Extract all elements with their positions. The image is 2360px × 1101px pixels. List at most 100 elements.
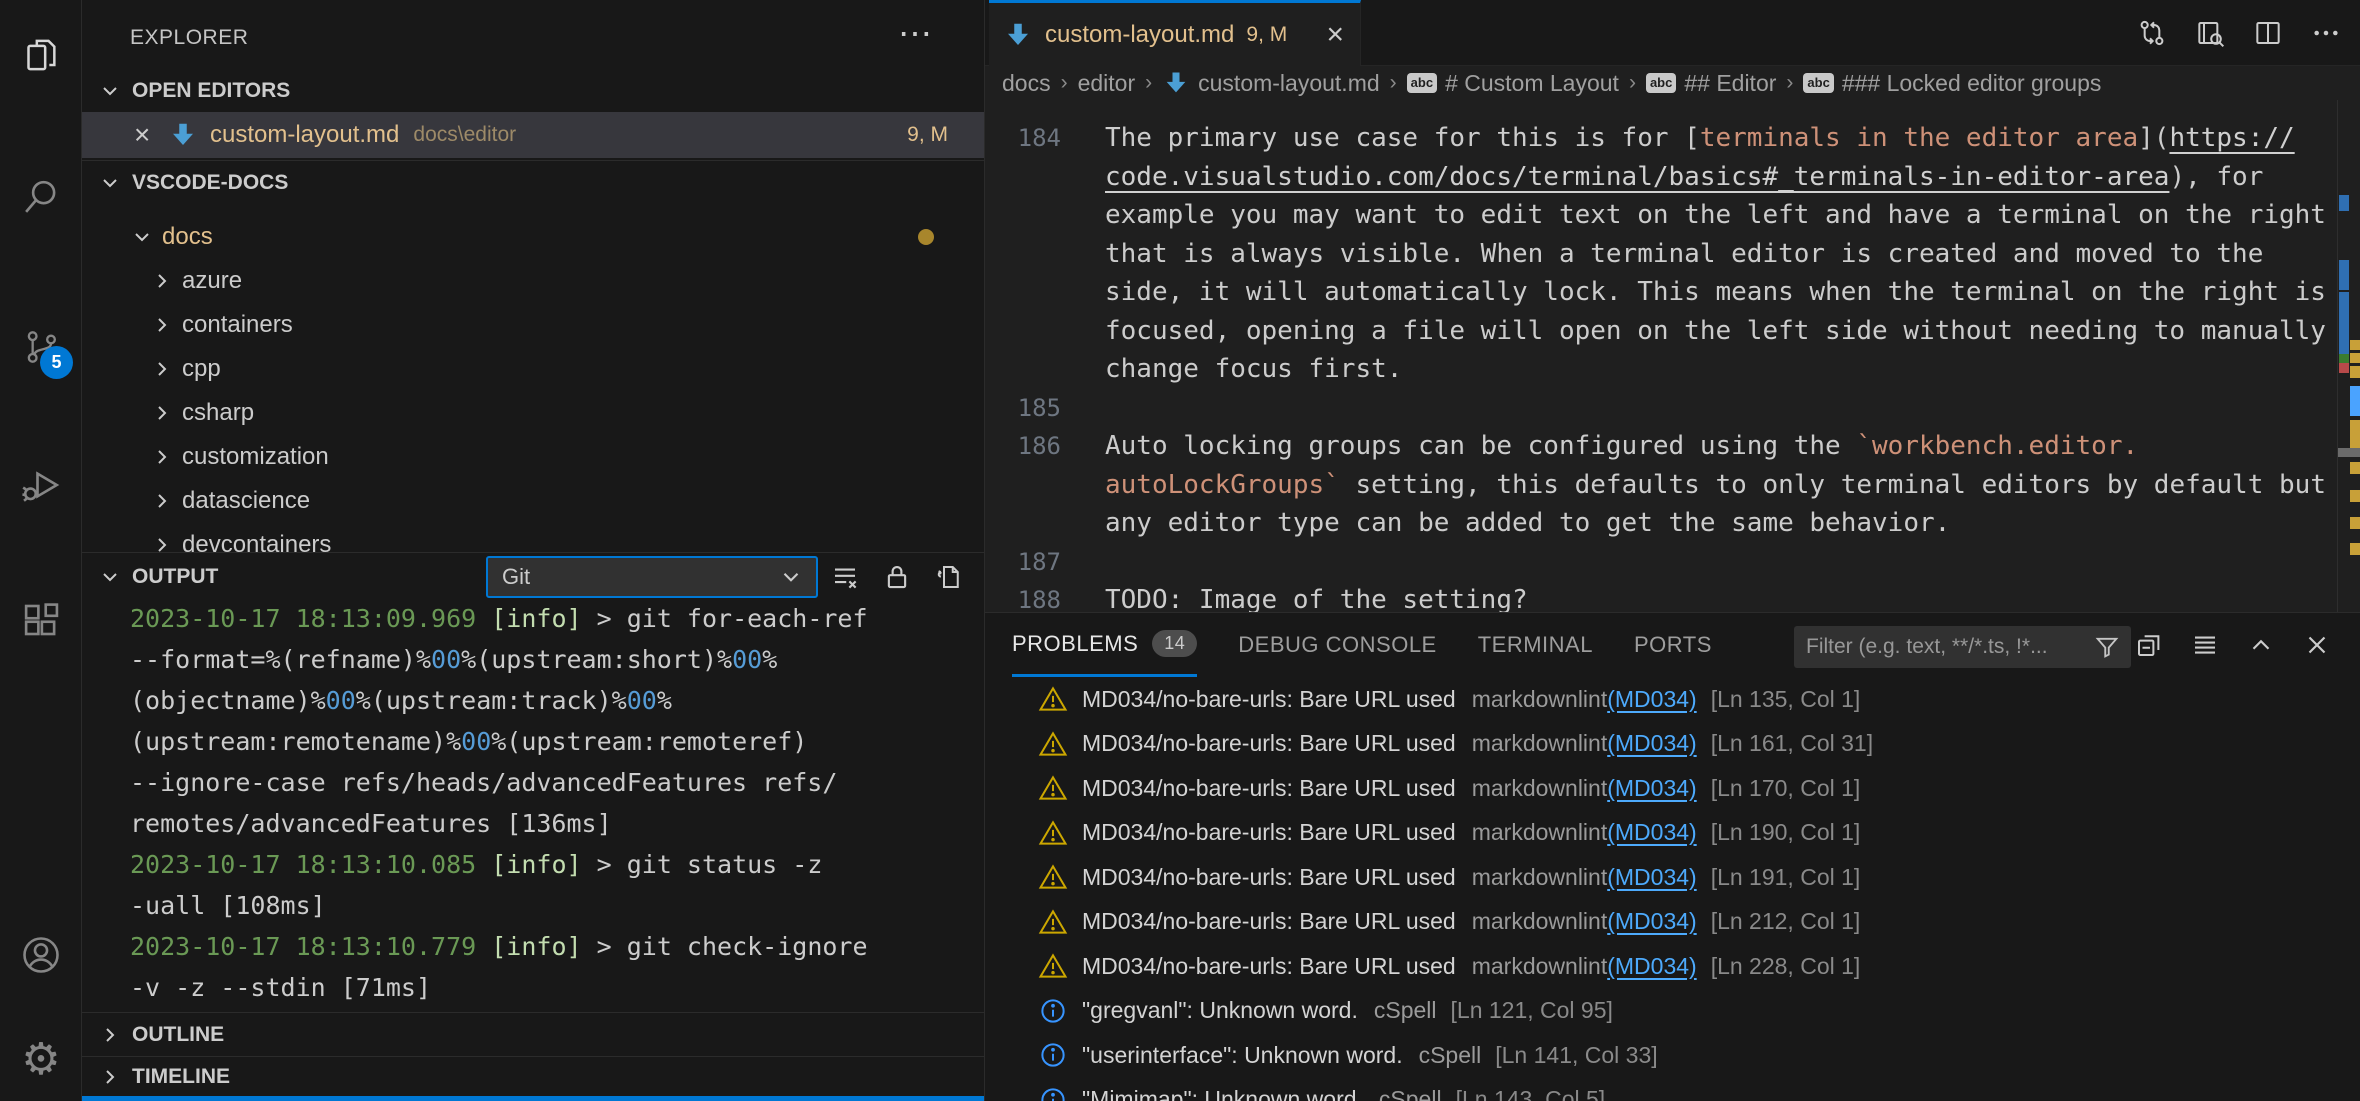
settings-gear-icon[interactable]: ⚙ <box>0 1015 82 1101</box>
editor-line[interactable]: 184The primary use case for this is for … <box>985 119 2335 158</box>
tab-custom-layout[interactable]: custom-layout.md 9, M × <box>989 0 1361 66</box>
open-editors-header[interactable]: OPEN EDITORS <box>82 70 984 112</box>
problem-row[interactable]: MD034/no-bare-urls: Bare URL usedmarkdow… <box>985 855 2360 900</box>
tab-problems[interactable]: PROBLEMS 14 <box>1012 613 1197 677</box>
problem-row[interactable]: MD034/no-bare-urls: Bare URL usedmarkdow… <box>985 944 2360 989</box>
editor-line[interactable]: 186Auto locking groups can be configured… <box>985 427 2335 466</box>
collapse-all-icon[interactable] <box>2134 630 2164 660</box>
line-number: 188 <box>985 581 1061 612</box>
editor-line[interactable]: 185 <box>985 389 2335 428</box>
editor-line[interactable]: that is always visible. When a terminal … <box>985 235 2335 274</box>
problem-row[interactable]: "Mimimap": Unknown word.cSpell[Ln 143, C… <box>985 1078 2360 1101</box>
editor-line[interactable]: autoLockGroups` setting, this defaults t… <box>985 466 2335 505</box>
overview-ruler-mark <box>2350 517 2360 529</box>
workspace-header[interactable]: VSCODE-DOCS <box>82 160 984 204</box>
view-as-list-icon[interactable] <box>2190 630 2220 660</box>
link-text[interactable]: code.visualstudio.com/docs/terminal/basi… <box>1105 162 2169 192</box>
link-text[interactable]: https:// <box>2169 123 2294 153</box>
problem-code-link[interactable]: (MD034) <box>1607 730 1696 756</box>
problem-row[interactable]: MD034/no-bare-urls: Bare URL usedmarkdow… <box>985 722 2360 767</box>
editor-line[interactable]: side, it will automatically lock. This m… <box>985 273 2335 312</box>
open-changes-icon[interactable] <box>2136 17 2168 49</box>
extensions-icon[interactable] <box>0 575 82 665</box>
chevron-down-icon <box>778 564 804 590</box>
breadcrumb-item[interactable]: custom-layout.md <box>1162 69 1380 97</box>
output-channel-select[interactable]: Git <box>486 556 818 598</box>
close-panel-icon[interactable] <box>2302 630 2332 660</box>
split-editor-icon[interactable] <box>2252 17 2284 49</box>
tab-ports[interactable]: PORTS <box>1634 613 1712 677</box>
tree-item-customization[interactable]: customization <box>82 435 984 479</box>
problem-row[interactable]: MD034/no-bare-urls: Bare URL usedmarkdow… <box>985 900 2360 945</box>
log-segment: 00 <box>461 727 491 756</box>
tree-item-azure[interactable]: azure <box>82 259 984 303</box>
more-actions-icon[interactable] <box>2310 17 2342 49</box>
clear-output-icon[interactable] <box>830 562 860 592</box>
problem-row[interactable]: MD034/no-bare-urls: Bare URL usedmarkdow… <box>985 811 2360 856</box>
timeline-header[interactable]: TIMELINE <box>82 1056 984 1096</box>
tree-item-docs[interactable]: docs <box>82 215 984 259</box>
output-log[interactable]: 2023-10-17 18:13:09.969 [info] > git for… <box>82 598 984 1010</box>
editor-line[interactable]: example you may want to edit text on the… <box>985 196 2335 235</box>
maximize-panel-icon[interactable] <box>2246 630 2276 660</box>
explorer-icon[interactable] <box>0 10 82 100</box>
log-segment: > git status -z <box>582 850 823 879</box>
sidebar-resize-sash[interactable] <box>82 1096 984 1101</box>
problem-code-link[interactable]: (MD034) <box>1607 908 1696 934</box>
close-icon[interactable]: × <box>134 119 164 151</box>
overview-ruler[interactable] <box>2337 100 2360 612</box>
activity-bar: 5 ⚙ <box>0 0 82 1101</box>
breadcrumb-item[interactable]: abc## Editor <box>1646 70 1776 97</box>
tree-item-containers[interactable]: containers <box>82 303 984 347</box>
editor-line[interactable]: 187 <box>985 543 2335 582</box>
editor-line[interactable]: code.visualstudio.com/docs/terminal/basi… <box>985 158 2335 197</box>
breadcrumb-item[interactable]: abc### Locked editor groups <box>1803 70 2101 97</box>
problem-code-link[interactable]: (MD034) <box>1607 775 1696 801</box>
problem-row[interactable]: "userinterface": Unknown word.cSpell[Ln … <box>985 1033 2360 1078</box>
run-debug-icon[interactable] <box>0 440 82 530</box>
close-icon[interactable]: × <box>1326 18 1344 52</box>
code-segment: TODO: Image of the setting? <box>1105 585 1528 612</box>
tree-item-datascience[interactable]: datascience <box>82 479 984 523</box>
tab-terminal[interactable]: TERMINAL <box>1478 613 1593 677</box>
problem-message: MD034/no-bare-urls: Bare URL used <box>1082 686 1456 713</box>
problem-row[interactable]: MD034/no-bare-urls: Bare URL usedmarkdow… <box>985 766 2360 811</box>
editor-content[interactable]: 184The primary use case for this is for … <box>985 100 2360 612</box>
search-icon[interactable] <box>0 152 82 242</box>
problem-code-link[interactable]: (MD034) <box>1607 953 1696 979</box>
lock-icon[interactable] <box>882 562 912 592</box>
tree-item-csharp[interactable]: csharp <box>82 391 984 435</box>
problem-message: MD034/no-bare-urls: Bare URL used <box>1082 864 1456 891</box>
outline-header[interactable]: OUTLINE <box>82 1012 984 1056</box>
editor-line[interactable]: focused, opening a file will open on the… <box>985 312 2335 351</box>
problem-code-link[interactable]: (MD034) <box>1607 686 1696 712</box>
problem-source: cSpell <box>1374 997 1437 1024</box>
sidebar-explorer: EXPLORER ⋯ OPEN EDITORS × custom-layout.… <box>82 0 985 1101</box>
filter-funnel-icon[interactable] <box>2093 633 2121 661</box>
open-log-file-icon[interactable] <box>934 562 964 592</box>
breadcrumb-item[interactable]: editor <box>1078 70 1136 97</box>
open-editor-item[interactable]: × custom-layout.md docs\editor 9, M <box>82 112 984 158</box>
editor-line[interactable]: 188 TODO: Image of the setting? <box>985 581 2335 612</box>
problems-filter-input[interactable] <box>1806 635 2093 659</box>
tab-debug-console[interactable]: DEBUG CONSOLE <box>1238 613 1436 677</box>
open-preview-icon[interactable] <box>2194 17 2226 49</box>
overview-ruler-mark <box>2339 292 2349 354</box>
problem-row[interactable]: MD034/no-bare-urls: Bare URL usedmarkdow… <box>985 677 2360 722</box>
problem-code-link[interactable]: (MD034) <box>1607 864 1696 890</box>
problem-row[interactable]: "gregvanl": Unknown word.cSpell[Ln 121, … <box>985 989 2360 1034</box>
overview-ruler-mark <box>2350 340 2360 350</box>
scrollbar-thumb[interactable] <box>2338 448 2360 457</box>
ports-tab-label: PORTS <box>1634 632 1712 658</box>
more-actions-icon[interactable]: ⋯ <box>898 14 932 54</box>
open-editor-filename: custom-layout.md <box>210 121 399 149</box>
editor-line[interactable]: any editor type can be added to get the … <box>985 504 2335 543</box>
editor-line[interactable]: change focus first. <box>985 350 2335 389</box>
tree-item-cpp[interactable]: cpp <box>82 347 984 391</box>
breadcrumb-item[interactable]: abc# Custom Layout <box>1407 70 1619 97</box>
source-control-icon[interactable]: 5 <box>0 302 82 392</box>
accounts-icon[interactable] <box>0 910 82 1000</box>
breadcrumb-item[interactable]: docs <box>1002 70 1051 97</box>
tree-item-devcontainers[interactable]: devcontainers <box>82 523 984 552</box>
problem-code-link[interactable]: (MD034) <box>1607 819 1696 845</box>
